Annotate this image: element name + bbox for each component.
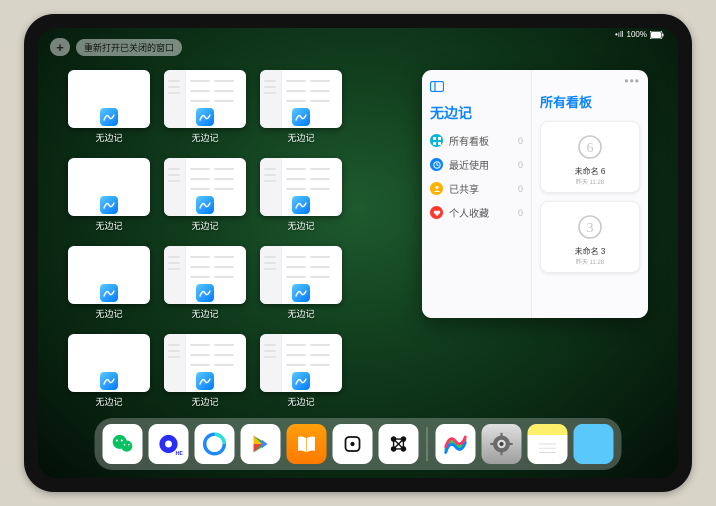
freeform-app-badge-icon (100, 284, 118, 302)
window-thumbnail[interactable]: 无边记 (260, 334, 342, 408)
app-folder-icon[interactable] (574, 424, 614, 464)
freeform-app-badge-icon (100, 372, 118, 390)
window-thumbnail[interactable]: 无边记 (68, 334, 150, 408)
books-icon[interactable] (287, 424, 327, 464)
window-thumbnail[interactable]: 无边记 (164, 158, 246, 232)
svg-text:3: 3 (587, 221, 594, 236)
window-thumbnail[interactable]: 无边记 (260, 70, 342, 144)
sidebar-item[interactable]: 所有看板 0 (430, 133, 523, 148)
sidebar-item-count: 0 (518, 160, 523, 170)
heart-icon (430, 206, 443, 219)
window-thumbnail-label: 无边记 (191, 395, 218, 408)
grid-icon (430, 134, 443, 147)
sidebar-item[interactable]: 个人收藏 0 (430, 205, 523, 220)
play-store-icon[interactable] (241, 424, 281, 464)
svg-text:HD: HD (176, 451, 183, 457)
window-thumbnail-label: 无边记 (191, 219, 218, 232)
board-time: 昨天 11:28 (576, 177, 604, 186)
signal-icon: •ıll (615, 30, 624, 39)
freeform-panel[interactable]: ••• 无边记 所有看板0最近使用0已共享0个人收藏0 所有看板 6未命名 6昨… (422, 70, 648, 318)
qq-browser-icon[interactable] (195, 424, 235, 464)
sidebar-item-count: 0 (518, 208, 523, 218)
window-thumbnail[interactable]: 无边记 (164, 246, 246, 320)
dock: HD (95, 418, 622, 470)
board-name: 未命名 6 (575, 166, 606, 177)
freeform-app-badge-icon (292, 372, 310, 390)
window-thumbnail-label: 无边记 (95, 395, 122, 408)
quark-icon[interactable]: HD (149, 424, 189, 464)
freeform-app-badge-icon (196, 372, 214, 390)
sidebar-item[interactable]: 最近使用 0 (430, 157, 523, 172)
status-bar: •ıll 100% (615, 30, 664, 39)
dock-separator (427, 427, 428, 461)
clock-icon (430, 158, 443, 171)
settings-icon[interactable] (482, 424, 522, 464)
board-thumbnail: 3 (569, 208, 611, 246)
window-thumbnail[interactable]: 无边记 (164, 334, 246, 408)
sidebar-item-label: 已共享 (449, 181, 479, 196)
battery-icon (650, 31, 664, 39)
window-thumbnail-label: 无边记 (95, 219, 122, 232)
battery-text: 100% (627, 30, 647, 39)
window-thumbnail[interactable]: 无边记 (68, 246, 150, 320)
window-thumbnail-label: 无边记 (191, 307, 218, 320)
sidebar-toggle-icon[interactable] (430, 80, 523, 95)
freeform-app-badge-icon (100, 108, 118, 126)
window-thumbnail[interactable]: 无边记 (260, 158, 342, 232)
reopen-closed-window-button[interactable]: 重新打开已关闭的窗口 (76, 39, 182, 56)
ellipsis-icon[interactable]: ••• (624, 74, 640, 88)
freeform-icon[interactable] (436, 424, 476, 464)
window-thumbnail[interactable]: 无边记 (68, 158, 150, 232)
window-thumbnail-label: 无边记 (287, 307, 314, 320)
ipad-screen: •ıll 100% + 重新打开已关闭的窗口 无边记无边记无边记无边记无边记无边… (38, 28, 678, 478)
window-thumbnail-label: 无边记 (287, 395, 314, 408)
board-card[interactable]: 6 未命名 6昨天 11:28 (540, 121, 640, 193)
freeform-app-badge-icon (196, 108, 214, 126)
new-window-button[interactable]: + (50, 38, 70, 56)
dice-app-icon[interactable] (333, 424, 373, 464)
board-time: 昨天 11:28 (576, 257, 604, 266)
sidebar-item-label: 最近使用 (449, 157, 489, 172)
freeform-app-badge-icon (196, 196, 214, 214)
app-switcher-content: 无边记无边记无边记无边记无边记无边记无边记无边记无边记无边记无边记无边记 •••… (68, 70, 648, 416)
sidebar-item-label: 所有看板 (449, 133, 489, 148)
people-icon (430, 182, 443, 195)
all-boards-title: 所有看板 (540, 92, 640, 111)
freeform-boards-area: 所有看板 6未命名 6昨天 11:283未命名 3昨天 11:28 (532, 70, 648, 318)
connect-app-icon[interactable] (379, 424, 419, 464)
freeform-app-badge-icon (292, 196, 310, 214)
freeform-title: 无边记 (430, 103, 523, 123)
freeform-app-badge-icon (292, 284, 310, 302)
freeform-app-badge-icon (196, 284, 214, 302)
sidebar-item-count: 0 (518, 184, 523, 194)
window-thumbnail-label: 无边记 (95, 131, 122, 144)
window-thumbnail[interactable]: 无边记 (164, 70, 246, 144)
board-name: 未命名 3 (575, 246, 606, 257)
svg-text:6: 6 (587, 141, 594, 156)
window-thumbnail-label: 无边记 (287, 219, 314, 232)
top-controls: + 重新打开已关闭的窗口 (50, 38, 182, 56)
freeform-app-badge-icon (100, 196, 118, 214)
window-thumbnail-grid: 无边记无边记无边记无边记无边记无边记无边记无边记无边记无边记无边记无边记 (68, 70, 402, 416)
sidebar-item-label: 个人收藏 (449, 205, 489, 220)
freeform-sidebar: 无边记 所有看板 0 最近使用 0 已共享 0 个人收藏 0 (422, 70, 532, 318)
sidebar-item[interactable]: 已共享 0 (430, 181, 523, 196)
ipad-frame: •ıll 100% + 重新打开已关闭的窗口 无边记无边记无边记无边记无边记无边… (24, 14, 692, 492)
window-thumbnail-label: 无边记 (191, 131, 218, 144)
sidebar-item-count: 0 (518, 136, 523, 146)
window-thumbnail[interactable]: 无边记 (260, 246, 342, 320)
freeform-app-badge-icon (292, 108, 310, 126)
window-thumbnail-label: 无边记 (95, 307, 122, 320)
window-thumbnail[interactable]: 无边记 (68, 70, 150, 144)
wechat-icon[interactable] (103, 424, 143, 464)
board-thumbnail: 6 (569, 128, 611, 166)
window-thumbnail-label: 无边记 (287, 131, 314, 144)
notes-icon[interactable] (528, 424, 568, 464)
board-card[interactable]: 3 未命名 3昨天 11:28 (540, 201, 640, 273)
